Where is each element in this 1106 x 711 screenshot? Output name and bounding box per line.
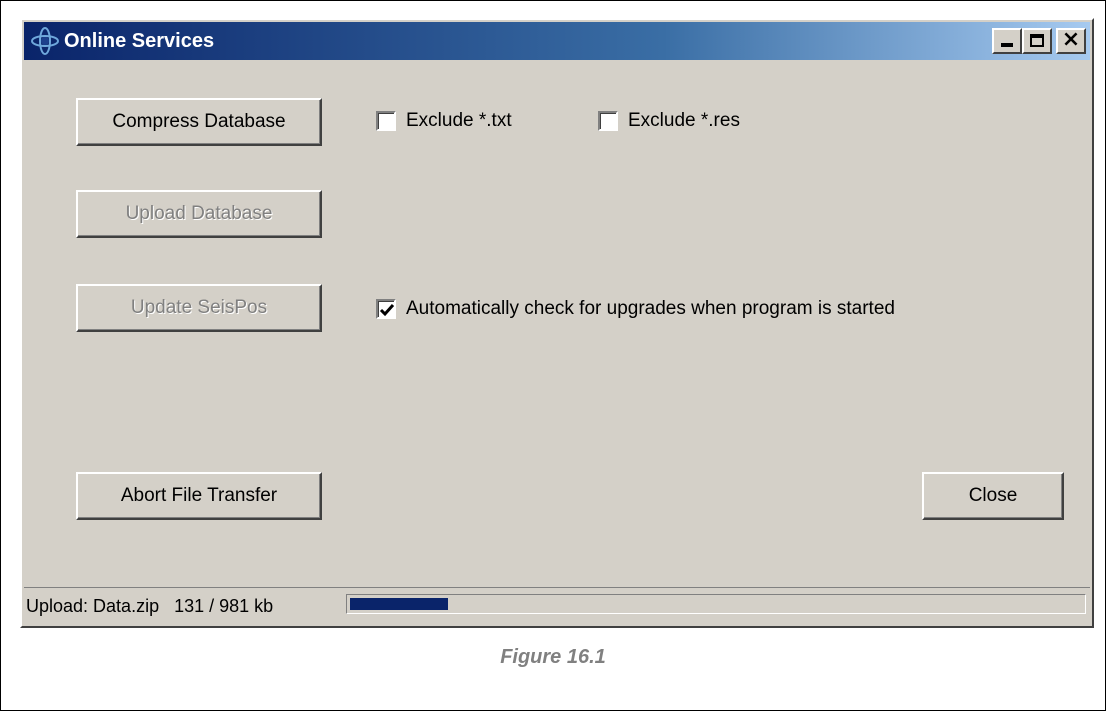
exclude-res-box[interactable]: [598, 111, 618, 131]
window-title: Online Services: [64, 29, 215, 52]
close-window-button[interactable]: ×: [1056, 27, 1086, 54]
exclude-res-label: Exclude *.res: [628, 110, 740, 131]
status-text: Upload: Data.zip 131 / 981 kb: [26, 595, 274, 616]
exclude-txt-checkbox[interactable]: Exclude *.txt: [376, 110, 512, 132]
update-seispos-button[interactable]: Update SeisPos: [76, 284, 322, 332]
title-buttons: ×: [992, 27, 1086, 54]
maximize-icon: [1030, 34, 1044, 47]
abort-file-transfer-button[interactable]: Abort File Transfer: [76, 472, 322, 520]
upload-database-button[interactable]: Upload Database: [76, 190, 322, 238]
status-bar: Upload: Data.zip 131 / 981 kb: [24, 587, 1090, 624]
upload-progress-fill: [350, 598, 448, 610]
figure-caption: Figure 16.1: [500, 646, 606, 668]
title-bar[interactable]: Online Services ×: [24, 22, 1090, 60]
close-icon: ×: [1061, 27, 1081, 52]
checkmark-icon: [379, 304, 395, 317]
auto-check-label: Automatically check for upgrades when pr…: [406, 298, 895, 319]
satellite-icon: [30, 26, 60, 56]
maximize-button[interactable]: [1022, 28, 1052, 54]
close-button[interactable]: Close: [922, 472, 1064, 520]
auto-check-box[interactable]: [376, 299, 396, 319]
exclude-res-checkbox[interactable]: Exclude *.res: [598, 110, 740, 132]
exclude-txt-box[interactable]: [376, 111, 396, 131]
online-services-window: Online Services × Compress Database Excl…: [20, 18, 1094, 628]
minimize-button[interactable]: [992, 28, 1022, 54]
minimize-icon: [1001, 43, 1013, 47]
upload-progress-bar: [346, 594, 1086, 614]
exclude-txt-label: Exclude *.txt: [406, 110, 512, 131]
auto-check-upgrades-checkbox[interactable]: Automatically check for upgrades when pr…: [376, 298, 895, 320]
compress-database-button[interactable]: Compress Database: [76, 98, 322, 146]
